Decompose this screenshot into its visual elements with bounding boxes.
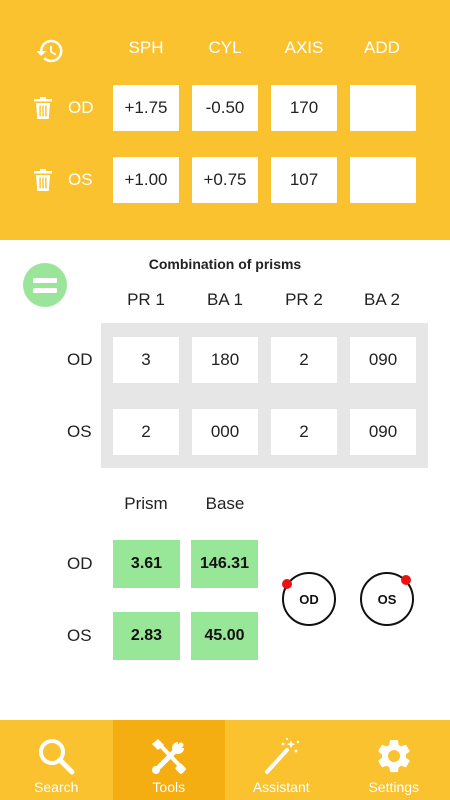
header-pr1: PR 1 [127, 290, 165, 309]
os-ba2-field[interactable]: 090 [350, 409, 416, 455]
header-sph: SPH [128, 38, 164, 57]
delete-od-icon[interactable] [32, 96, 54, 120]
od-ba1-field[interactable]: 180 [192, 337, 258, 383]
os-add-field[interactable] [350, 157, 416, 203]
prism-os-label: OS [67, 422, 92, 441]
od-cyl-field[interactable]: -0.50 [192, 85, 258, 131]
os-result-prism: 2.83 [113, 612, 180, 660]
gear-icon [378, 739, 410, 773]
history-icon[interactable] [33, 34, 67, 68]
nav-tools-label: Tools [152, 779, 186, 795]
os-result-base: 45.00 [191, 612, 258, 660]
od-sph-field[interactable]: +1.75 [113, 85, 179, 131]
nav-settings[interactable]: Settings [338, 720, 450, 800]
equals-icon-bar-bottom [33, 287, 57, 293]
od-result-base: 146.31 [191, 540, 258, 588]
os-sph-field[interactable]: +1.00 [113, 157, 179, 203]
prism-od-label: OD [67, 350, 93, 369]
os-ba1-field[interactable]: 000 [192, 409, 258, 455]
header-ba1: BA 1 [207, 290, 243, 309]
od-ba2-field[interactable]: 090 [350, 337, 416, 383]
od-dial-marker [281, 579, 292, 590]
os-axis-field[interactable]: 107 [271, 157, 337, 203]
equals-icon-bar-top [33, 277, 57, 283]
rx-od-label: OD [68, 98, 94, 117]
nav-search[interactable]: Search [0, 720, 113, 800]
od-add-field[interactable] [350, 85, 416, 131]
tools-icon [151, 739, 186, 774]
nav-assistant[interactable]: Assistant [225, 720, 338, 800]
result-os-label: OS [67, 626, 92, 645]
header-add: ADD [364, 38, 400, 57]
od-dial-label: OD [299, 591, 319, 607]
nav-search-label: Search [34, 779, 79, 795]
header-ba2: BA 2 [364, 290, 400, 309]
nav-settings-label: Settings [368, 779, 420, 795]
os-cyl-field[interactable]: +0.75 [192, 157, 258, 203]
os-dial-label: OS [377, 591, 397, 607]
header-pr2: PR 2 [285, 290, 323, 309]
od-pr2-field[interactable]: 2 [271, 337, 337, 383]
od-axis-field[interactable]: 170 [271, 85, 337, 131]
header-prism: Prism [124, 494, 168, 513]
header-cyl: CYL [208, 38, 242, 57]
os-pr1-field[interactable]: 2 [113, 409, 179, 455]
nav-tools[interactable]: Tools [112, 720, 225, 800]
prisms-title: Combination of prisms [148, 256, 302, 272]
rx-os-label: OS [68, 170, 93, 189]
bottom-nav: Search Tools Assistant Settings [0, 720, 450, 800]
search-icon [39, 739, 75, 775]
os-dial-marker [401, 574, 412, 585]
od-result-prism: 3.61 [113, 540, 180, 588]
header-axis: AXIS [284, 38, 324, 57]
nav-assistant-label: Assistant [252, 779, 310, 795]
delete-os-icon[interactable] [32, 168, 54, 192]
magic-wand-icon [265, 737, 300, 774]
app-root: SPH CYL AXIS ADD OD +1.75 -0.50 170 OS +… [0, 0, 450, 800]
os-base-dial: OS [360, 572, 414, 626]
header-base: Base [205, 494, 245, 513]
result-od-label: OD [67, 554, 93, 573]
od-pr1-field[interactable]: 3 [113, 337, 179, 383]
refraction-panel: SPH CYL AXIS ADD OD +1.75 -0.50 170 OS +… [0, 0, 450, 240]
os-pr2-field[interactable]: 2 [271, 409, 337, 455]
od-base-dial: OD [281, 572, 336, 626]
combine-equals-button[interactable] [23, 263, 67, 307]
